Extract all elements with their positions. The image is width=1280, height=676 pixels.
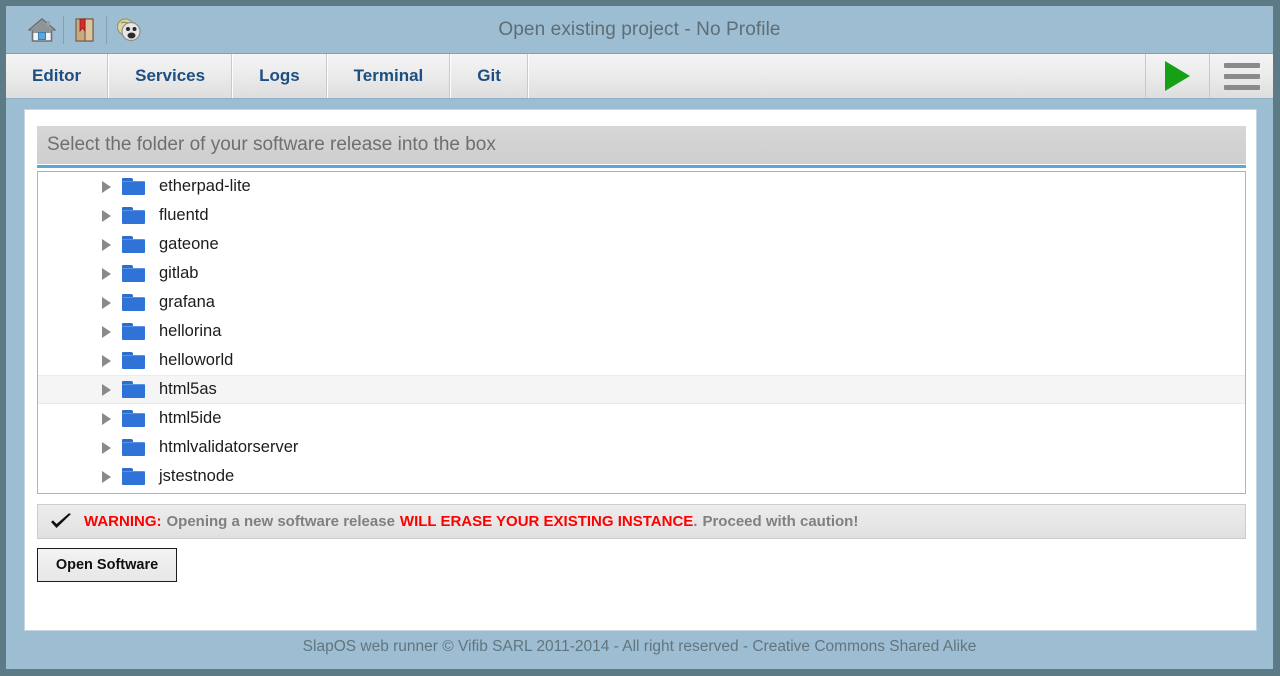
tree-item-label: gateone: [159, 235, 219, 253]
content-panel: Select the folder of your software relea…: [24, 109, 1257, 631]
tree-item-label: helloworld: [159, 351, 234, 369]
tree-item-label: hellorina: [159, 322, 222, 340]
tree-row[interactable]: etherpad-lite: [38, 172, 1245, 201]
tree-row[interactable]: htmlvalidatorserver: [38, 433, 1245, 462]
chevron-right-icon[interactable]: [102, 412, 111, 425]
chevron-right-icon[interactable]: [102, 441, 111, 454]
folder-icon: [122, 265, 145, 282]
chevron-right-icon[interactable]: [102, 354, 111, 367]
folder-icon: [122, 381, 145, 398]
tree-item-label: htmlvalidatorserver: [159, 438, 299, 456]
check-icon: [51, 512, 71, 528]
menu-button[interactable]: [1209, 54, 1273, 98]
chevron-right-icon[interactable]: [102, 470, 111, 483]
tree-row[interactable]: grafana: [38, 288, 1245, 317]
tree-item-label: html5as: [159, 380, 217, 398]
footer: SlapOS web runner © Vifib SARL 2011-2014…: [302, 638, 977, 655]
title-bar: Open existing project - No Profile: [6, 6, 1273, 53]
tree-row[interactable]: gateone: [38, 230, 1245, 259]
folder-icon: [122, 468, 145, 485]
chevron-right-icon[interactable]: [102, 383, 111, 396]
hamburger-icon: [1223, 62, 1260, 90]
tree-item-label: html5ide: [159, 409, 222, 427]
warning-text-one: Opening a new software release: [166, 513, 395, 530]
tree-row[interactable]: gitlab: [38, 259, 1245, 288]
tree-row[interactable]: html5ide: [38, 404, 1245, 433]
warning-bar: WARNING: Opening a new software release …: [37, 504, 1246, 539]
chevron-right-icon[interactable]: [102, 238, 111, 251]
chevron-right-icon[interactable]: [102, 209, 111, 222]
tree-item-label: jstestnode: [159, 467, 235, 485]
run-button[interactable]: [1145, 54, 1209, 98]
open-software-button[interactable]: Open Software: [37, 548, 177, 582]
navigation-bar: Editor Services Logs Terminal Git: [6, 53, 1273, 99]
play-icon: [1165, 61, 1190, 91]
panel-accent-rule: [37, 165, 1246, 168]
tree-item-label: grafana: [159, 293, 215, 311]
tab-logs[interactable]: Logs: [232, 54, 327, 98]
folder-tree[interactable]: etherpad-lite fluentd gateone gitlab grafana…: [37, 171, 1246, 494]
folder-icon: [122, 178, 145, 195]
tree-item-label: fluentd: [159, 206, 209, 224]
folder-icon: [122, 352, 145, 369]
tree-row[interactable]: jstestnode: [38, 462, 1245, 491]
tab-services[interactable]: Services: [108, 54, 233, 98]
warning-prefix: WARNING:: [84, 513, 162, 530]
tree-row[interactable]: fluentd: [38, 201, 1245, 230]
chevron-right-icon[interactable]: [102, 180, 111, 193]
tab-terminal[interactable]: Terminal: [326, 54, 451, 98]
tab-git[interactable]: Git: [450, 54, 528, 98]
nav-spacer: [527, 54, 1145, 98]
tab-editor[interactable]: Editor: [6, 54, 109, 98]
warning-period: .: [693, 513, 698, 530]
chevron-right-icon[interactable]: [102, 325, 111, 338]
tree-item-label: etherpad-lite: [159, 177, 251, 195]
warning-emphasis: WILL ERASE YOUR EXISTING INSTANCE: [399, 513, 694, 530]
chevron-right-icon[interactable]: [102, 267, 111, 280]
folder-icon: [122, 439, 145, 456]
tree-row[interactable]: hellorina: [38, 317, 1245, 346]
panel-header: Select the folder of your software relea…: [37, 126, 1246, 164]
tree-row[interactable]: html5as: [38, 375, 1245, 404]
folder-icon: [122, 323, 145, 340]
tree-item-label: gitlab: [159, 264, 199, 282]
folder-icon: [122, 410, 145, 427]
chevron-right-icon[interactable]: [102, 296, 111, 309]
warning-text-two: Proceed with caution!: [702, 513, 859, 530]
folder-icon: [122, 236, 145, 253]
app-window: Open existing project - No Profile Edito…: [0, 0, 1280, 676]
folder-icon: [122, 207, 145, 224]
folder-icon: [122, 294, 145, 311]
window-title: Open existing project - No Profile: [498, 19, 781, 40]
tree-row[interactable]: helloworld: [38, 346, 1245, 375]
